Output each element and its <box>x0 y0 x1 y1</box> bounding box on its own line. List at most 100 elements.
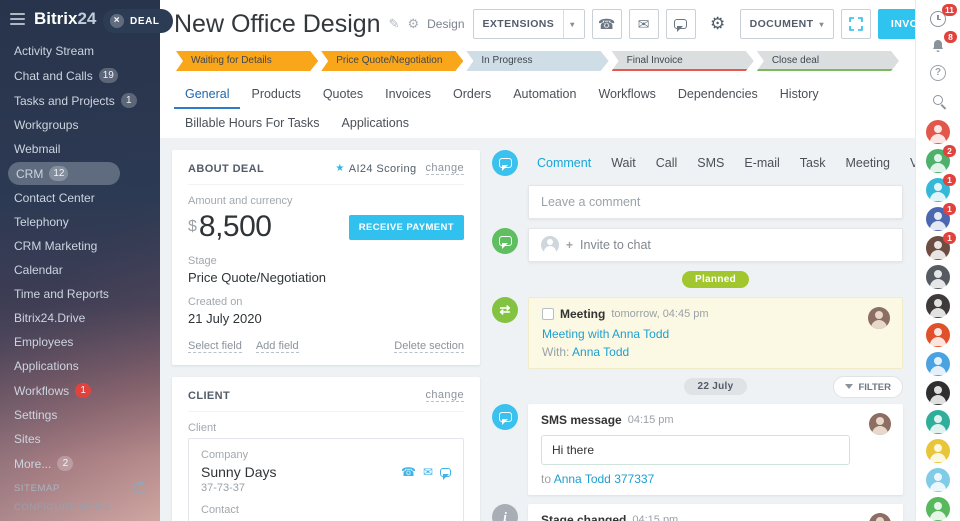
select-field-link[interactable]: Select field <box>188 340 242 353</box>
sidebar-item[interactable]: More... 2 <box>0 451 160 476</box>
timeline-tab[interactable]: Wait <box>602 153 645 173</box>
extensions-button[interactable]: EXTENSIONS ▾ <box>473 9 585 39</box>
close-icon[interactable]: × <box>110 14 124 28</box>
phone-icon[interactable]: ☎ <box>401 465 416 479</box>
deal-tab-item[interactable]: Quotes <box>312 80 374 109</box>
sidebar-item[interactable]: CRM Marketing <box>0 234 160 258</box>
stage-field-value[interactable]: Price Quote/Negotiation <box>188 270 464 285</box>
meeting-card[interactable]: Meeting tomorrow, 04:45 pm Meeting with … <box>528 297 903 369</box>
timeline-tab[interactable]: Meeting <box>837 153 899 173</box>
sidebar-item[interactable]: Tasks and Projects 1 <box>0 88 160 113</box>
timeline-tab[interactable]: Task <box>791 153 835 173</box>
contact-avatar[interactable] <box>926 352 950 376</box>
menu-toggle-icon[interactable] <box>10 13 25 25</box>
document-button[interactable]: DOCUMENT ▾ <box>740 9 834 39</box>
sms-recipient-link[interactable]: Anna Todd <box>554 472 611 486</box>
settings-button[interactable]: ⚙ <box>703 9 733 39</box>
sms-number-link[interactable]: 377337 <box>614 472 654 486</box>
meeting-subject-link[interactable]: Meeting with Anna Todd <box>542 327 669 341</box>
sidebar-item[interactable]: Webmail <box>0 137 160 161</box>
edit-title-icon[interactable]: ✎ <box>389 16 400 32</box>
sidebar-item[interactable]: Settings <box>0 403 160 427</box>
deal-tab-item[interactable]: Orders <box>442 80 502 109</box>
fullscreen-button[interactable] <box>841 9 871 39</box>
sidebar-item[interactable]: Employees <box>0 330 160 354</box>
sitemap-link[interactable]: SITEMAP <box>14 483 60 494</box>
sidebar-item[interactable]: Workflows 1 <box>0 378 160 403</box>
sidebar-item[interactable]: Sites <box>0 427 160 451</box>
sidebar-item[interactable]: Chat and Calls 19 <box>0 63 160 88</box>
sms-card[interactable]: SMS message 04:15 pm Hi there to Anna To… <box>528 404 903 495</box>
contact-avatar[interactable]: 2 <box>926 149 950 173</box>
sidebar-item[interactable]: Calendar <box>0 258 160 282</box>
add-field-link[interactable]: Add field <box>256 340 299 353</box>
contact-avatar[interactable]: 1 <box>926 236 950 260</box>
contact-avatar[interactable]: 1 <box>926 207 950 231</box>
sidebar-item[interactable]: Contact Center <box>0 186 160 210</box>
pipeline-name[interactable]: Design <box>427 17 464 31</box>
chat-button[interactable] <box>666 9 696 39</box>
contact-avatar[interactable] <box>926 497 950 521</box>
deal-tab-item[interactable]: Products <box>240 80 311 109</box>
contact-avatar[interactable] <box>926 294 950 318</box>
stage-chevron[interactable]: Final Invoice <box>612 51 754 71</box>
stage-chevron[interactable]: Price Quote/Negotiation <box>321 51 463 71</box>
call-button[interactable]: ☎ <box>592 9 622 39</box>
filter-button[interactable]: FILTER <box>833 376 903 398</box>
sidebar-item[interactable]: Workgroups <box>0 113 160 137</box>
contact-avatar[interactable] <box>926 120 950 144</box>
timeline-tab[interactable]: E-mail <box>735 153 788 173</box>
stage-chevron[interactable]: In Progress <box>466 51 608 71</box>
deal-tab-item[interactable]: General <box>174 80 240 109</box>
client-change-link[interactable]: change <box>426 389 465 402</box>
deal-tab-item[interactable]: Applications <box>331 109 420 138</box>
bell-icon[interactable]: 8 <box>928 37 948 56</box>
date-badge[interactable]: 22 July <box>684 378 746 395</box>
contact-avatar[interactable] <box>926 381 950 405</box>
stage-changed-card[interactable]: Stage changed 04:15 pm In Progress → Pri… <box>528 504 903 521</box>
stage-chevron[interactable]: Waiting for Details <box>176 51 318 71</box>
sidebar-item[interactable]: Telephony <box>0 210 160 234</box>
chat-icon[interactable] <box>440 468 451 477</box>
comment-input[interactable] <box>528 185 903 219</box>
bitrix24-logo[interactable]: Bitrix24 <box>34 9 96 29</box>
delete-section-link[interactable]: Delete section <box>394 340 464 353</box>
deal-tab-item[interactable]: History <box>769 80 830 109</box>
pipeline-gear-icon[interactable]: ⚙ <box>407 16 419 32</box>
contact-avatar[interactable] <box>926 265 950 289</box>
sidebar-item[interactable]: CRM 12 <box>8 162 120 185</box>
contact-avatar[interactable]: 1 <box>926 178 950 202</box>
meeting-with-link[interactable]: Anna Todd <box>572 345 629 359</box>
contact-avatar[interactable] <box>926 323 950 347</box>
mail-icon[interactable]: ✉ <box>423 465 433 479</box>
time-management-icon[interactable]: 11 <box>928 10 948 29</box>
email-button[interactable]: ✉ <box>629 9 659 39</box>
deal-tab-item[interactable]: Billable Hours For Tasks <box>174 109 331 138</box>
deal-tab[interactable]: × DEAL <box>103 9 173 33</box>
timeline-tab[interactable]: Visit <box>901 153 915 173</box>
timeline-tab[interactable]: SMS <box>688 153 733 173</box>
printer-icon[interactable] <box>134 484 146 493</box>
invite-to-chat-button[interactable]: + Invite to chat <box>528 228 903 262</box>
deal-tab-item[interactable]: Workflows <box>587 80 666 109</box>
company-name[interactable]: Sunny Days <box>201 464 276 480</box>
about-change-link[interactable]: change <box>426 162 465 175</box>
stage-chevron[interactable]: Close deal <box>757 51 899 71</box>
timeline-tab[interactable]: Call <box>647 153 687 173</box>
deal-tab-item[interactable]: Automation <box>502 80 587 109</box>
deal-tab-item[interactable]: Invoices <box>374 80 442 109</box>
ai-scoring-link[interactable]: ★ AI24 Scoring <box>335 163 416 175</box>
sidebar-item[interactable]: Applications <box>0 354 160 378</box>
timeline-tab[interactable]: Comment <box>528 153 600 173</box>
receive-payment-button[interactable]: RECEIVE PAYMENT <box>349 215 464 240</box>
contact-avatar[interactable] <box>926 468 950 492</box>
meeting-checkbox[interactable] <box>542 308 554 320</box>
sidebar-item[interactable]: Bitrix24.Drive <box>0 306 160 330</box>
sidebar-item[interactable]: Activity Stream <box>0 39 160 63</box>
contact-avatar[interactable] <box>926 410 950 434</box>
deal-tab-item[interactable]: Dependencies <box>667 80 769 109</box>
help-icon[interactable]: ? <box>928 64 948 83</box>
contact-avatar[interactable] <box>926 439 950 463</box>
sidebar-item[interactable]: Time and Reports <box>0 282 160 306</box>
configure-menu-link[interactable]: CONFIGURE MENU <box>14 502 146 513</box>
